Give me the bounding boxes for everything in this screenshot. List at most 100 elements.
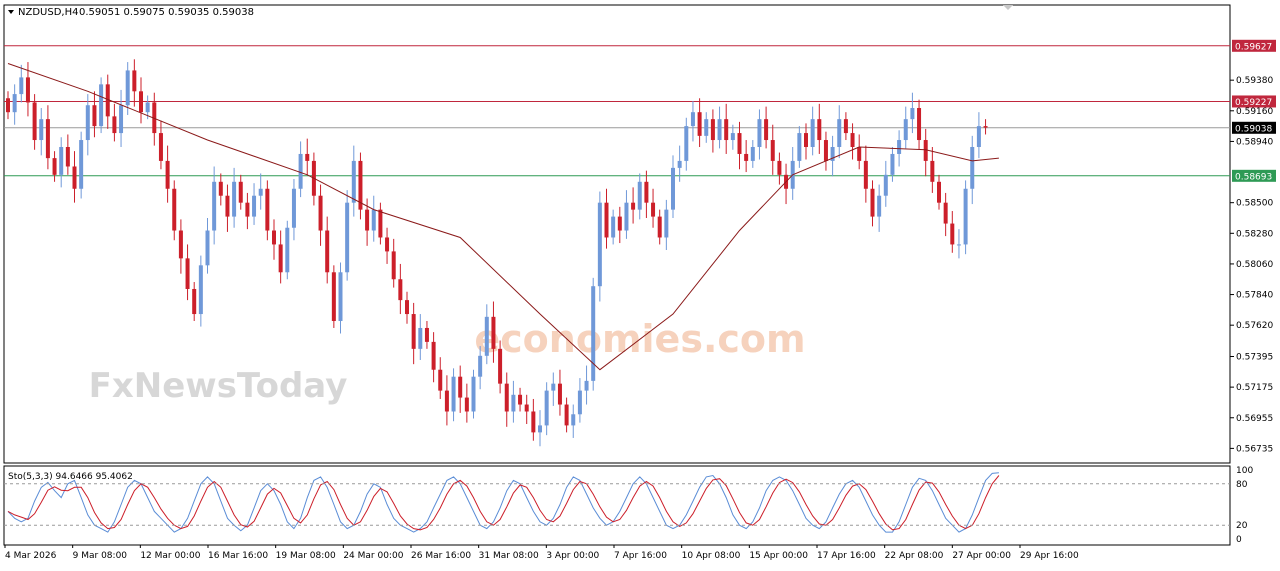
price-tick-label: 0.59380 [1236, 76, 1273, 86]
candle-body [903, 119, 908, 141]
candle-body [365, 209, 370, 231]
candle-body [72, 166, 77, 189]
candle-body [950, 223, 955, 245]
time-tick-label: 19 Mar 08:00 [276, 551, 336, 561]
candle-body [631, 202, 636, 210]
time-tick-label: 16 Mar 16:00 [208, 551, 268, 561]
time-tick-label: 12 Mar 00:00 [140, 551, 200, 561]
candle-body [937, 181, 941, 203]
price-tick-label: 0.58500 [1236, 199, 1273, 209]
candle-body [405, 300, 409, 315]
candle-body [730, 133, 735, 141]
candle-body [810, 119, 815, 147]
candle-body [823, 140, 828, 161]
ohlc-label: 0.59051 0.59075 0.59035 0.59038 [79, 7, 254, 18]
time-tick-label: 26 Mar 16:00 [411, 551, 471, 561]
time-tick-label: 3 Apr 00:00 [546, 551, 599, 561]
candle-body [897, 140, 902, 154]
candle-body [764, 119, 769, 141]
candle-body [325, 230, 330, 273]
candle-body [524, 404, 529, 412]
candle-body [983, 126, 988, 128]
candle-body [232, 181, 237, 217]
price-tick-label: 0.57395 [1236, 353, 1273, 363]
candle-body [657, 216, 662, 238]
candle-body [777, 160, 782, 175]
candle-body [158, 133, 163, 161]
candle-body [724, 119, 729, 141]
candle-body [604, 202, 609, 238]
time-tick-label: 4 Mar 2026 [5, 551, 57, 561]
candle-body [145, 102, 150, 113]
candle-body [385, 237, 390, 252]
candle-body [883, 174, 888, 196]
candle-body [544, 390, 549, 426]
candle-body [52, 158, 57, 175]
level-tag-text: 0.58693 [1235, 172, 1272, 182]
candle-body [39, 119, 44, 141]
level-tag-text: 0.59627 [1235, 42, 1272, 52]
candle-body [19, 77, 24, 95]
candle-body [857, 146, 862, 161]
candle-body [6, 98, 10, 113]
stoch-level-label: 80 [1236, 480, 1248, 490]
candle-body [92, 105, 97, 127]
candle-body [258, 188, 263, 196]
candle-body [218, 181, 223, 196]
candle-body [192, 288, 197, 315]
candle-body [624, 202, 629, 231]
candle-body [451, 376, 456, 412]
candle-body [930, 160, 935, 182]
candle-body [750, 146, 755, 161]
candle-body [25, 77, 30, 103]
candle-body [351, 160, 356, 203]
candle-body [943, 202, 948, 224]
candle-body [285, 227, 290, 273]
price-tick-label: 0.57175 [1236, 383, 1273, 393]
candle-body [504, 383, 509, 412]
time-tick-label: 31 Mar 08:00 [479, 551, 539, 561]
candle-body [584, 380, 589, 391]
time-tick-label: 17 Apr 16:00 [817, 551, 876, 561]
candle-body [870, 188, 875, 217]
candle-body [797, 133, 802, 161]
candle-body [910, 108, 915, 120]
candle-body [65, 146, 70, 167]
candle-body [331, 272, 336, 322]
candle-body [178, 230, 183, 259]
price-tick-label: 0.56735 [1236, 444, 1273, 454]
candle-body [32, 102, 37, 141]
candle-body [205, 230, 210, 266]
candle-body [272, 230, 276, 245]
candle-body [817, 119, 822, 141]
time-tick-label: 10 Apr 08:00 [682, 551, 741, 561]
watermark-fxnewstoday: FxNewsToday [89, 366, 348, 406]
candle-body [671, 167, 675, 210]
time-tick-label: 9 Mar 08:00 [73, 551, 128, 561]
stoch-level-label: 20 [1236, 521, 1248, 531]
candle-body [611, 216, 616, 238]
time-tick-label: 24 Mar 00:00 [343, 551, 403, 561]
candle-body [697, 112, 702, 136]
candle-body [411, 314, 416, 349]
candle-body [591, 286, 596, 381]
candle-body [531, 411, 536, 433]
candle-body [617, 216, 622, 231]
price-tick-label: 0.56955 [1236, 414, 1273, 424]
time-tick-label: 27 Apr 00:00 [952, 551, 1011, 561]
candle-body [245, 202, 250, 217]
candle-body [198, 265, 203, 315]
candle-body [877, 195, 882, 217]
chart-canvas: economies.com FxNewsToday 0.596270.59227… [0, 0, 1280, 567]
price-tick-label: 0.58060 [1236, 260, 1273, 270]
candle-body [185, 258, 190, 289]
candle-body [99, 84, 104, 127]
candle-body [345, 202, 350, 273]
candle-body [378, 209, 383, 238]
candle-body [704, 119, 709, 136]
candle-body [850, 133, 855, 147]
price-tick-label: 0.59160 [1236, 107, 1273, 117]
candle-body [139, 91, 143, 113]
candle-body [371, 209, 376, 231]
candle-body [119, 105, 124, 134]
